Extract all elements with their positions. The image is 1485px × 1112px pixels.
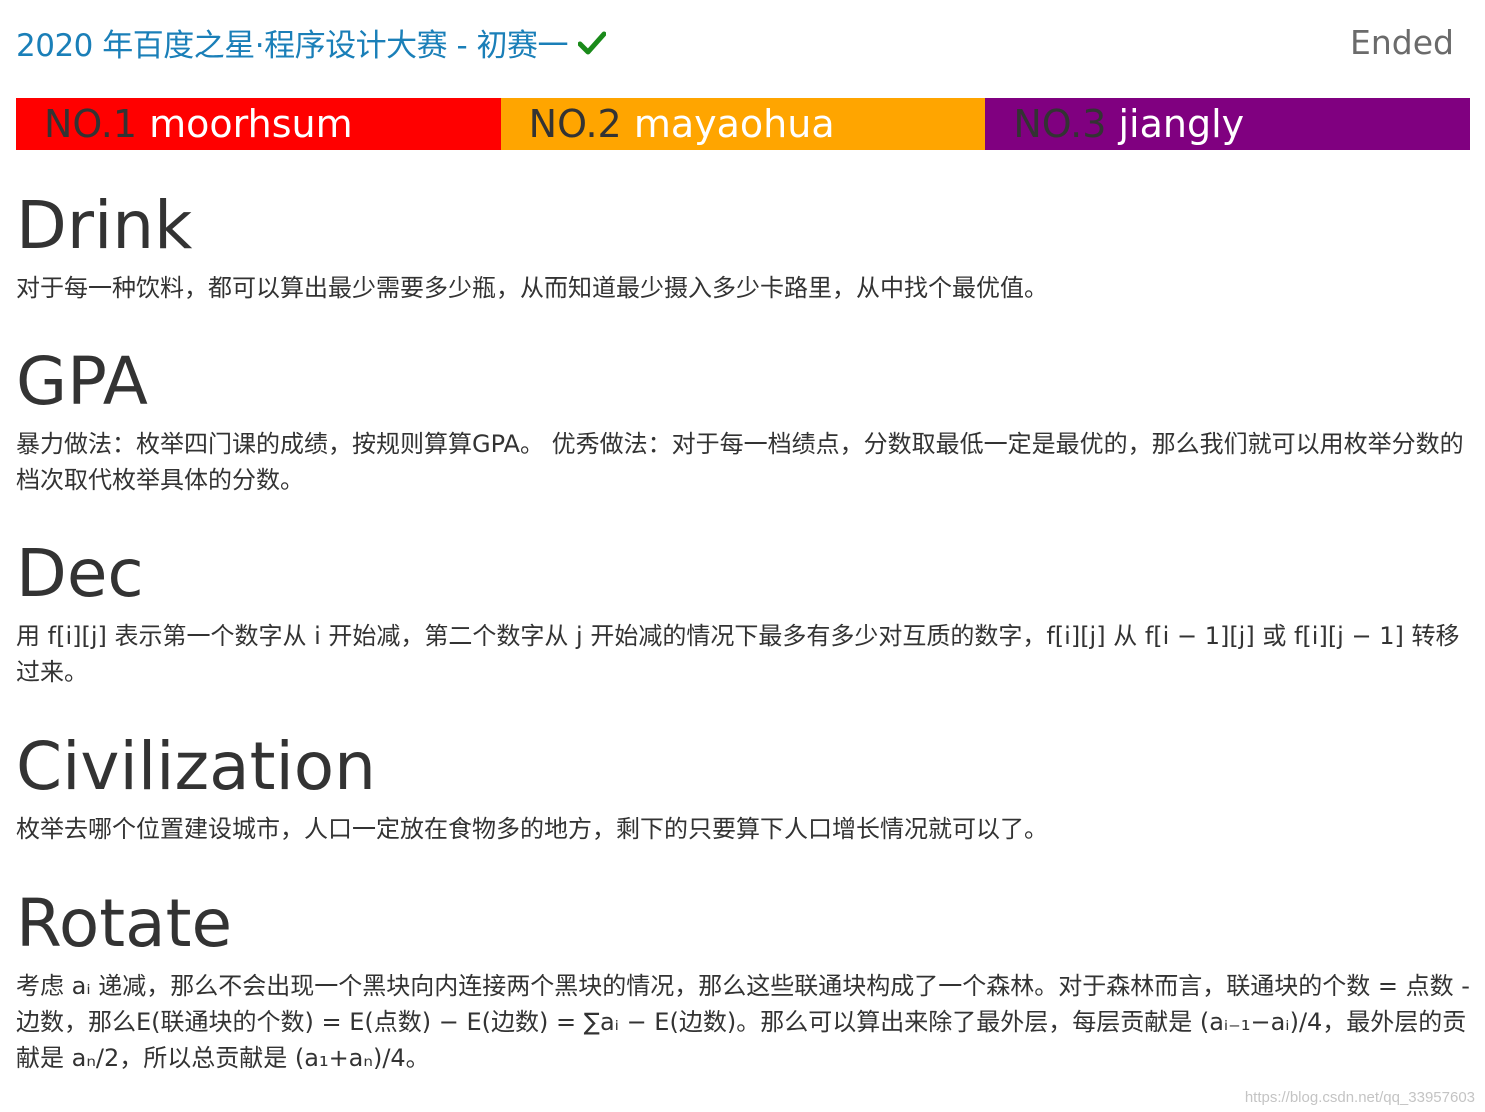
problem-title: Rotate bbox=[16, 885, 233, 962]
problem-title: Civilization bbox=[16, 728, 377, 805]
problem-solution: 考虑 aᵢ 递减，那么不会出现一个黑块向内连接两个黑块的情况，那么这些联通块构成… bbox=[16, 972, 1470, 1072]
contest-status: Ended bbox=[1350, 23, 1454, 62]
rank-username[interactable]: mayaohua bbox=[634, 102, 835, 146]
problem-civilization: Civilization 枚举去哪个位置建设城市，人口一定放在食物多的地方，剩下… bbox=[16, 727, 1470, 847]
rank-second: NO.2 mayaohua bbox=[500, 98, 986, 150]
check-icon bbox=[577, 25, 607, 65]
rank-username[interactable]: jiangly bbox=[1119, 102, 1245, 146]
watermark: https://blog.csdn.net/qq_33957603 bbox=[1244, 1089, 1475, 1106]
problem-rotate: Rotate 考虑 aᵢ 递减，那么不会出现一个黑块向内连接两个黑块的情况，那么… bbox=[16, 884, 1470, 1076]
problem-dec: Dec 用 f[i][j] 表示第一个数字从 i 开始减，第二个数字从 j 开始… bbox=[16, 534, 1470, 690]
problem-gpa: GPA 暴力做法：枚举四门课的成绩，按规则算算GPA。 优秀做法：对于每一档绩点… bbox=[16, 342, 1470, 498]
page-container: 2020 年百度之星·程序设计大赛 - 初赛一 Ended NO.1 moorh… bbox=[16, 0, 1471, 1072]
problem-solution: 对于每一种饮料，都可以算出最少需要多少瓶，从而知道最少摄入多少卡路里，从中找个最… bbox=[16, 274, 1048, 302]
contest-header: 2020 年百度之星·程序设计大赛 - 初赛一 Ended bbox=[16, 0, 1470, 96]
rank-number: NO.2 bbox=[528, 102, 622, 146]
problem-solution: 用 f[i][j] 表示第一个数字从 i 开始减，第二个数字从 j 开始减的情况… bbox=[16, 622, 1460, 686]
rank-first: NO.1 moorhsum bbox=[16, 98, 501, 150]
ranking-bar: NO.1 moorhsum NO.2 mayaohua NO.3 jiangly bbox=[16, 98, 1471, 150]
contest-title[interactable]: 2020 年百度之星·程序设计大赛 - 初赛一 bbox=[16, 25, 607, 66]
rank-third: NO.3 jiangly bbox=[985, 98, 1471, 150]
problem-title: Drink bbox=[16, 187, 193, 264]
problem-drink: Drink 对于每一种饮料，都可以算出最少需要多少瓶，从而知道最少摄入多少卡路里… bbox=[16, 186, 1470, 306]
rank-username[interactable]: moorhsum bbox=[149, 102, 352, 146]
rank-number: NO.3 bbox=[1013, 102, 1107, 146]
problem-solution: 枚举去哪个位置建设城市，人口一定放在食物多的地方，剩下的只要算下人口增长情况就可… bbox=[16, 815, 1048, 843]
problem-solution: 暴力做法：枚举四门课的成绩，按规则算算GPA。 优秀做法：对于每一档绩点，分数取… bbox=[16, 430, 1464, 494]
problem-title: GPA bbox=[16, 343, 148, 420]
contest-title-text[interactable]: 2020 年百度之星·程序设计大赛 - 初赛一 bbox=[16, 28, 569, 64]
problem-title: Dec bbox=[16, 535, 144, 612]
rank-number: NO.1 bbox=[44, 102, 138, 146]
